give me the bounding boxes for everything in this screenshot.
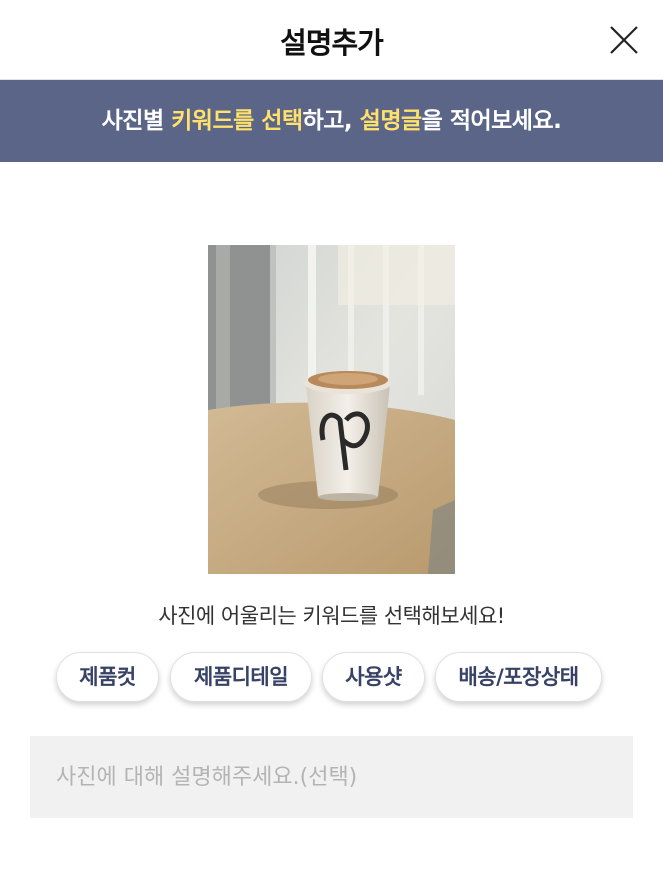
close-icon[interactable]	[604, 20, 644, 60]
keyword-chip-usage-shot[interactable]: 사용샷	[322, 652, 425, 702]
page-title: 설명추가	[280, 26, 384, 60]
keyword-prompt: 사진에 어울리는 키워드를 선택해보세요!	[158, 604, 505, 628]
banner-highlight-description: 설명글	[359, 108, 422, 134]
keyword-chip-shipping-packaging[interactable]: 배송/포장상태	[435, 652, 602, 702]
product-photo	[208, 245, 455, 574]
description-input[interactable]	[30, 736, 633, 818]
banner-text-2: 하고,	[302, 108, 360, 134]
banner-text-1: 사진별	[101, 108, 172, 134]
keyword-chip-product-shot[interactable]: 제품컷	[56, 652, 159, 702]
header: 설명추가	[0, 0, 663, 80]
banner-highlight-keyword: 키워드를 선택	[171, 108, 303, 134]
instruction-banner: 사진별 키워드를 선택하고, 설명글을 적어보세요.	[0, 80, 663, 162]
keyword-chip-product-detail[interactable]: 제품디테일	[170, 652, 312, 702]
banner-text-3: 을 적어보세요.	[421, 108, 562, 134]
